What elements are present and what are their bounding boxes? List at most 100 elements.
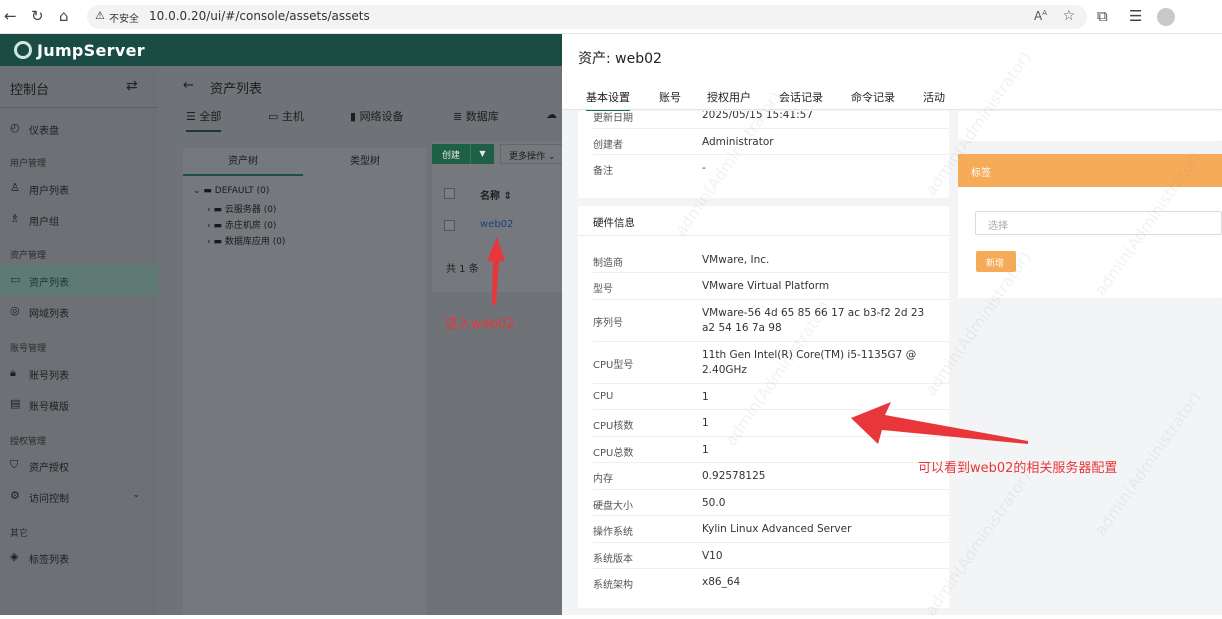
reload-icon[interactable]: ↻: [31, 8, 44, 24]
hw-key: 序列号: [593, 318, 623, 329]
back-arrow-icon[interactable]: ←: [183, 78, 194, 93]
sidebar-item-user-group[interactable]: ♗ 用户组: [0, 204, 158, 234]
tab-basic-settings[interactable]: 基本设置: [586, 89, 630, 112]
drawer-title: 资产: web02: [578, 51, 662, 67]
sidebar-item-account-template[interactable]: ▤ 账号模版: [0, 389, 158, 419]
info-key: 更新日期: [593, 113, 633, 124]
template-icon: ▤: [10, 397, 21, 410]
sidebar-item-account-list[interactable]: 🔒︎ 账号列表: [0, 358, 158, 388]
sidebar-item-label: 标签列表: [29, 555, 69, 566]
sidebar-item-label: 用户组: [29, 217, 59, 228]
tab-activity[interactable]: 活动: [923, 89, 945, 105]
hardware-row: 系统架构 x86_64: [593, 569, 950, 596]
tab-authorized-users[interactable]: 授权用户: [707, 89, 751, 105]
hardware-row: 序列号 VMware-56 4d 65 85 66 17 ac b3-f2 2d …: [593, 300, 950, 342]
add-tag-button[interactable]: 新增: [976, 251, 1016, 272]
more-actions-label: 更多操作: [509, 152, 546, 162]
info-key: 创建者: [593, 140, 623, 151]
asset-detail-drawer: 资产: web02 基本设置 账号 授权用户 会话记录 命令记录 活动 更新日期…: [562, 34, 1222, 619]
tab-accounts[interactable]: 账号: [659, 89, 681, 105]
hw-value: VMware, Inc.: [702, 254, 770, 266]
user-group-icon: ♗: [10, 212, 20, 225]
name-header-label: 名称: [480, 191, 500, 202]
tree-node-root[interactable]: ⌄ ▬ DEFAULT (0): [193, 186, 269, 196]
chevron-down-icon[interactable]: ▼: [470, 144, 494, 164]
sidebar-item-dashboard[interactable]: ◴ 仪表盘: [0, 113, 158, 143]
sidebar-item-label: 账号模版: [29, 402, 69, 413]
tree-node-label: DEFAULT (0): [214, 186, 270, 196]
tag-card-title: 标签: [971, 168, 991, 179]
jumpserver-logo[interactable]: JumpServer: [14, 41, 145, 60]
info-value: 2025/05/15 15:41:57: [702, 111, 814, 121]
tree-node-label: 云服务器 (0): [224, 205, 277, 215]
annotation-arrow-up: [487, 237, 505, 305]
hw-key: 操作系统: [593, 527, 633, 538]
home-icon[interactable]: ⌂: [59, 8, 69, 24]
tab-more-icon[interactable]: ☁: [546, 108, 557, 121]
add-tag-label: 新增: [986, 259, 1005, 269]
name-column-header[interactable]: 名称 ⇕: [480, 187, 512, 202]
url-text[interactable]: 10.0.0.20/ui/#/console/assets/assets: [149, 9, 370, 23]
create-label: 创建: [442, 151, 461, 161]
sidebar-group-other: 其它: [10, 529, 29, 539]
tree-node[interactable]: › ▬ 数据库应用 (0): [207, 234, 285, 247]
sidebar-item-asset-perm[interactable]: ⛉ 资产授权: [0, 450, 158, 480]
tag-card: 标签 选择 新增: [958, 154, 1222, 298]
extensions-icon[interactable]: ⧉: [1097, 8, 1108, 24]
tab-session-records[interactable]: 会话记录: [779, 89, 823, 105]
hardware-row: 操作系统 Kylin Linux Advanced Server: [593, 516, 950, 543]
sidebar-item-label: 仪表盘: [29, 126, 59, 137]
row-checkbox[interactable]: [444, 220, 455, 231]
tab-network-device[interactable]: ▮ 网络设备: [350, 108, 404, 124]
sidebar-item-asset-list[interactable]: ▭ 资产列表: [0, 265, 158, 295]
back-icon[interactable]: ←: [4, 8, 17, 24]
hw-value: 50.0: [702, 497, 726, 509]
shield-icon: ⛉: [10, 458, 19, 471]
sidebar-group-user: 用户管理: [10, 159, 47, 169]
sidebar-item-label: 资产授权: [29, 463, 69, 474]
profile-avatar[interactable]: [1157, 8, 1175, 26]
sidebar: 控制台 ⇄ ◴ 仪表盘 用户管理 ♙ 用户列表 ♗ 用户组 资产管理 ▭ 资产列表 ◎ 网…: [0, 66, 158, 615]
read-aloud-icon[interactable]: AA: [1034, 9, 1047, 23]
sidebar-item-user-list[interactable]: ♙ 用户列表: [0, 173, 158, 203]
sidebar-item-tag-list[interactable]: ◈ 标签列表: [0, 542, 158, 572]
hw-value: V10: [702, 550, 723, 562]
sidebar-group-perm: 授权管理: [10, 437, 47, 447]
tab-host[interactable]: ▭ 主机: [268, 108, 304, 124]
asset-link-web02[interactable]: web02: [480, 219, 513, 230]
switch-view-icon[interactable]: ⇄: [126, 78, 138, 94]
tab-database[interactable]: ≣ 数据库: [453, 108, 499, 124]
hw-value: x86_64: [702, 576, 741, 588]
favorite-star-icon[interactable]: ☆: [1062, 8, 1075, 24]
more-actions-button[interactable]: 更多操作 ⌄: [500, 144, 568, 164]
tab-command-records[interactable]: 命令记录: [851, 89, 895, 105]
tab-all[interactable]: ☰ 全部: [186, 108, 222, 132]
hw-value: 11th Gen Intel(R) Core(TM) i5-1135G7 @ 2…: [702, 349, 917, 376]
lock-icon: 🔒︎: [10, 366, 16, 379]
sidebar-item-access-control[interactable]: ⚙ 访问控制 ⌄: [0, 481, 158, 511]
sidebar-title: 控制台: [10, 83, 50, 98]
insecure-label[interactable]: 不安全: [109, 10, 139, 25]
sidebar-item-zone-list[interactable]: ◎ 网域列表: [0, 296, 158, 326]
tag-select-input[interactable]: 选择: [975, 211, 1222, 235]
tab-label: 全部: [199, 110, 222, 123]
sidebar-item-label: 用户列表: [29, 186, 69, 197]
tree-node[interactable]: › ▬ 赤庄机房 (0): [207, 218, 276, 231]
create-button[interactable]: 创建 ▼: [432, 144, 494, 164]
drawer-header: 资产: web02 基本设置 账号 授权用户 会话记录 命令记录 活动: [562, 34, 1222, 112]
address-bar[interactable]: ⚠ 不安全 10.0.0.20/ui/#/console/assets/asse…: [87, 5, 1087, 29]
tab-type-tree[interactable]: 类型树: [305, 152, 425, 174]
info-value: Administrator: [702, 136, 774, 148]
info-row: 更新日期 2025/05/15 15:41:57: [593, 111, 949, 129]
warning-icon[interactable]: ⚠: [95, 9, 105, 22]
tab-asset-tree[interactable]: 资产树: [183, 152, 303, 176]
hw-key: 硬盘大小: [593, 501, 633, 512]
select-all-checkbox[interactable]: [444, 188, 455, 199]
hw-key: 系统版本: [593, 554, 633, 565]
hw-key: 型号: [593, 284, 613, 295]
hardware-row: 硬盘大小 50.0: [593, 490, 950, 516]
tree-node[interactable]: › ▬ 云服务器 (0): [207, 202, 276, 215]
hw-key: 内存: [593, 474, 613, 485]
favorites-list-icon[interactable]: ☰: [1129, 8, 1142, 24]
hw-key: CPU总数: [593, 448, 634, 459]
